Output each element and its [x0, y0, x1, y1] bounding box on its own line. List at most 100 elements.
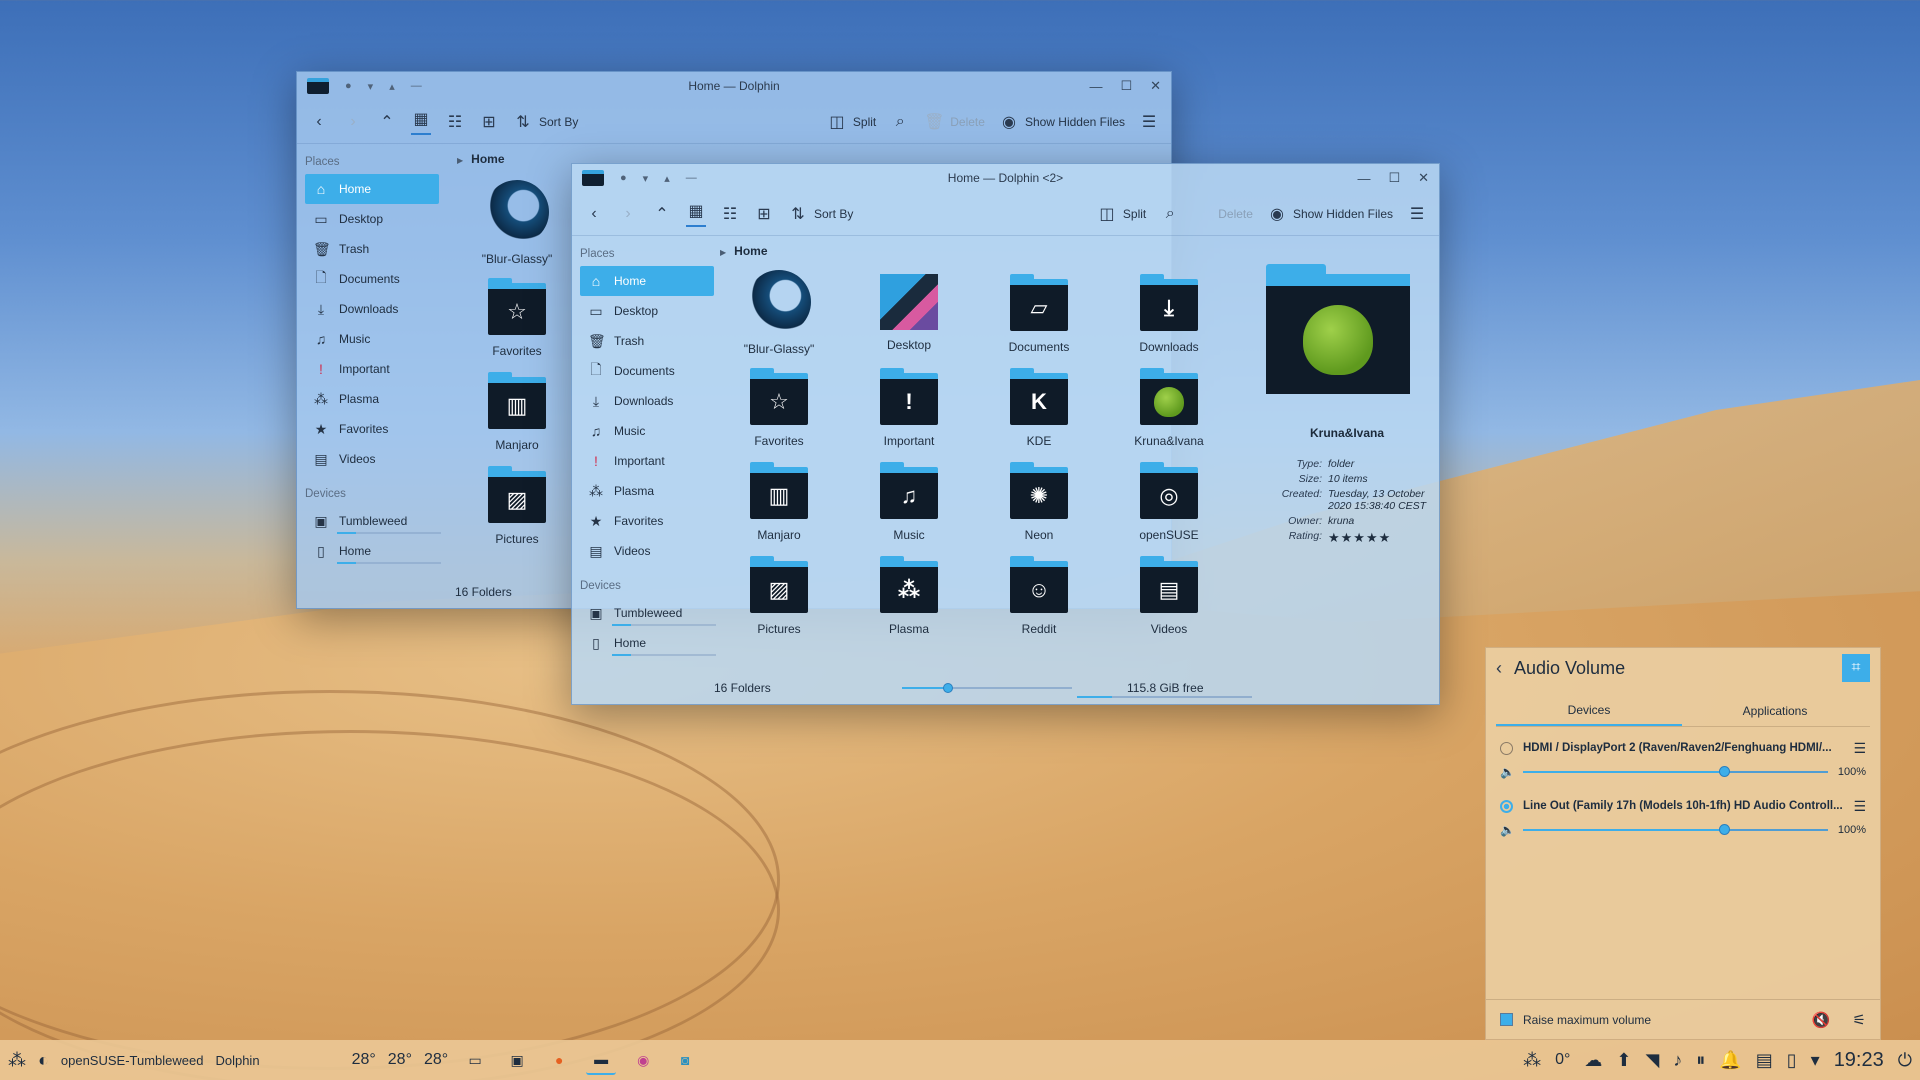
plasma-icon[interactable]: ⁂ [1523, 1050, 1541, 1071]
file-item[interactable]: ▥ Manjaro [714, 458, 844, 552]
icons-view-button[interactable]: ▦ [686, 201, 706, 227]
place-desktop[interactable]: ▭ Desktop [305, 204, 439, 234]
maximize-icon[interactable]: ☐ [1120, 78, 1132, 94]
task-firefox[interactable]: ● [544, 1045, 574, 1075]
file-item[interactable]: ▤ Videos [1104, 552, 1234, 646]
minimize-icon[interactable]: — [1089, 79, 1102, 94]
file-item[interactable]: ☆ Favorites [714, 364, 844, 458]
breadcrumb[interactable]: ▶ Home [720, 244, 768, 258]
volume-slider[interactable] [1523, 824, 1828, 835]
task-show-desktop[interactable]: ▭ [460, 1045, 490, 1075]
place-videos[interactable]: ▤ Videos [580, 536, 714, 566]
place-downloads[interactable]: ⤓ Downloads [580, 386, 714, 416]
file-item[interactable]: ✺ Neon [974, 458, 1104, 552]
show-hidden-button[interactable]: ◉ Show Hidden Files [999, 112, 1125, 132]
split-button[interactable]: ◫ Split [1097, 204, 1146, 224]
dolphin-window-front[interactable]: ● ▾ ▴ — Home — Dolphin <2> — ☐ ✕ ‹ › ⌃ ▦… [571, 163, 1440, 705]
place-videos[interactable]: ▤ Videos [305, 444, 439, 474]
mute-icon[interactable]: 🔇 [1812, 1011, 1831, 1029]
clipboard-icon[interactable]: ▤ [1756, 1050, 1773, 1071]
place-downloads[interactable]: ⤓ Downloads [305, 294, 439, 324]
place-trash[interactable]: 🗑 Trash [580, 326, 714, 356]
hamburger-menu-button[interactable]: ☰ [1139, 112, 1159, 132]
rating-stars[interactable]: ★★★★★ [1328, 530, 1432, 546]
device-radio[interactable] [1500, 741, 1513, 755]
music-icon[interactable]: ♪ [1673, 1050, 1682, 1071]
file-item[interactable]: "Blur-Glassy" [452, 180, 582, 274]
shade-icon[interactable]: — [411, 80, 422, 92]
file-item[interactable]: ◎ openSUSE [1104, 458, 1234, 552]
place-home[interactable]: ⌂ Home [580, 266, 714, 296]
chevron-down-icon[interactable]: ▾ [1811, 1050, 1820, 1071]
device-home[interactable]: ▯ Home [305, 536, 441, 566]
chevron-down-icon[interactable]: ▾ [368, 80, 374, 93]
details-view-button[interactable]: ⊞ [754, 204, 774, 224]
tab-applications[interactable]: Applications [1682, 696, 1868, 726]
place-home[interactable]: ⌂ Home [305, 174, 439, 204]
shade-icon[interactable]: — [686, 172, 697, 184]
search-button[interactable]: ⌕ [890, 113, 910, 131]
zoom-slider-knob[interactable] [943, 683, 953, 693]
speaker-icon[interactable]: 🔈 [1500, 823, 1515, 837]
zoom-slider[interactable] [902, 683, 1072, 693]
power-icon[interactable]: ⏻ [1898, 1050, 1912, 1071]
forward-button[interactable]: › [343, 113, 363, 131]
kde-connect-icon[interactable]: ▯ [1787, 1050, 1797, 1071]
file-item[interactable]: Kruna&Ivana [1104, 364, 1234, 458]
back-button[interactable]: ‹ [584, 205, 604, 223]
place-trash[interactable]: 🗑 Trash [305, 234, 439, 264]
place-music[interactable]: ♫ Music [305, 324, 439, 354]
close-icon[interactable]: ✕ [1150, 78, 1161, 94]
task-dolphin[interactable]: ▬ [586, 1045, 617, 1075]
titlebar[interactable]: ● ▾ ▴ — Home — Dolphin <2> — ☐ ✕ [572, 164, 1439, 192]
task-terminal[interactable]: ▣ [502, 1045, 532, 1075]
forward-button[interactable]: › [618, 205, 638, 223]
breadcrumb[interactable]: ▶ Home [457, 152, 505, 166]
file-item[interactable]: ▥ Manjaro [452, 368, 582, 462]
launcher-icon[interactable]: ⁂ [8, 1050, 26, 1071]
volume-slider-knob[interactable] [1719, 766, 1731, 777]
place-music[interactable]: ♫ Music [580, 416, 714, 446]
delete-button[interactable]: 🗑 Delete [924, 112, 985, 132]
pin-icon[interactable]: ● [345, 80, 352, 92]
back-arrow-icon[interactable]: ‹ [1496, 658, 1502, 679]
details-view-button[interactable]: ⊞ [479, 112, 499, 132]
device-home[interactable]: ▯ Home [580, 628, 716, 658]
place-important[interactable]: ! Important [305, 354, 439, 384]
clock[interactable]: 19:23 [1834, 1049, 1884, 1072]
rss-icon[interactable]: ◥ [1645, 1050, 1659, 1071]
pause-icon[interactable]: ⏸ [1696, 1050, 1705, 1071]
place-documents[interactable]: 🗋 Documents [580, 356, 714, 386]
pin-icon[interactable]: ● [620, 172, 627, 184]
activity-icon[interactable]: ◐ [38, 1050, 49, 1071]
file-item[interactable]: ☺ Reddit [974, 552, 1104, 646]
place-important[interactable]: ! Important [580, 446, 714, 476]
compact-view-button[interactable]: ☷ [445, 112, 465, 132]
up-button[interactable]: ⌃ [652, 204, 672, 224]
file-item[interactable]: ! Important [844, 364, 974, 458]
activity-name[interactable]: openSUSE-Tumbleweed [61, 1053, 204, 1068]
minimize-icon[interactable]: — [1357, 171, 1370, 186]
file-item[interactable]: ♫ Music [844, 458, 974, 552]
raise-max-checkbox[interactable] [1500, 1013, 1513, 1026]
back-button[interactable]: ‹ [309, 113, 329, 131]
file-item[interactable]: ⤓ Downloads [1104, 270, 1234, 364]
file-item[interactable]: ☆ Favorites [452, 274, 582, 368]
tab-devices[interactable]: Devices [1496, 696, 1682, 726]
task-screenshot[interactable]: ◙ [670, 1045, 700, 1075]
menu-icon[interactable]: ☰ [1853, 798, 1866, 815]
chevron-down-icon[interactable]: ▾ [643, 172, 649, 185]
icons-view-button[interactable]: ▦ [411, 109, 431, 135]
close-icon[interactable]: ✕ [1418, 170, 1429, 186]
place-favorites[interactable]: ★ Favorites [305, 414, 439, 444]
sort-by-button[interactable]: ⇅ Sort By [513, 112, 578, 132]
bell-icon[interactable]: 🔔 [1719, 1050, 1741, 1071]
speaker-icon[interactable]: 🔈 [1500, 765, 1515, 779]
up-button[interactable]: ⌃ [377, 112, 397, 132]
file-item[interactable]: K KDE [974, 364, 1104, 458]
delete-button[interactable]: Delete [1218, 207, 1253, 221]
titlebar[interactable]: ● ▾ ▴ — Home — Dolphin — ☐ ✕ [297, 72, 1171, 100]
place-desktop[interactable]: ▭ Desktop [580, 296, 714, 326]
device-tumbleweed[interactable]: ▣ Tumbleweed [580, 598, 716, 628]
hamburger-menu-button[interactable]: ☰ [1407, 204, 1427, 224]
